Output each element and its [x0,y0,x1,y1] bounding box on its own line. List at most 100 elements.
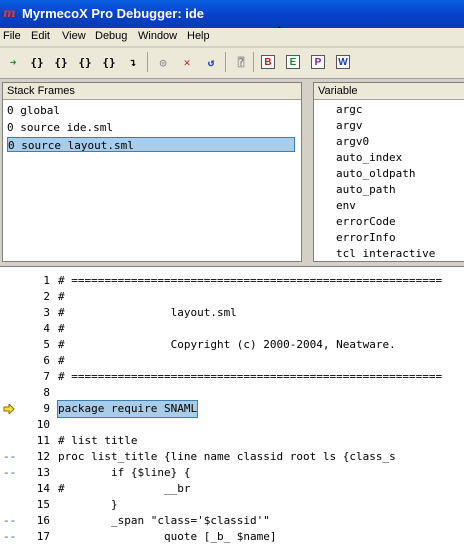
variables-panel: Variable argc argv argv0 auto_index auto_old… [313,82,464,262]
code-text: # ======================================… [58,274,443,287]
code-line[interactable]: -- 13 if {$line} { [0,465,464,481]
code-text: # [58,354,65,367]
code-text: } [58,498,118,511]
line-number: 17 [36,530,50,543]
line-number: 2 [43,290,50,303]
line-number: 5 [43,338,50,351]
title-bar: m MyrmecoX Pro Debugger: ide [0,0,464,28]
line-number: 3 [43,306,50,319]
code-line[interactable]: 8 [0,385,464,401]
stop-icon[interactable]: ✕ [177,52,197,72]
line-number: 10 [36,418,50,431]
stack-frame-row[interactable]: 0 global [7,103,60,118]
code-line[interactable]: 1 # =====================================… [0,273,464,289]
inspect-icon[interactable]: ⍰ [231,52,251,72]
code-line[interactable]: 2 # [0,289,464,305]
toolbar-b-label: B [261,55,275,69]
step-into-icon[interactable]: {} [27,52,47,72]
code-line[interactable]: -- 17 quote [_b_ $name] [0,529,464,544]
menu-window[interactable]: Window [138,30,177,42]
toolbar: ➜{}{}{}{} ↴ ◎ ✕ ↺ ⍰ B E P W [0,48,464,79]
code-text: package require SNAML [56,400,199,418]
code-line[interactable]: 14 # __br [0,481,464,497]
restart-icon[interactable]: ↺ [201,52,221,72]
code-text: # [58,290,65,303]
toolbar-b-button[interactable]: B [258,52,278,72]
code-line[interactable]: -- 12 proc list_title {line name classid r… [0,449,464,465]
stack-frames-header: Stack Frames [3,83,301,100]
variable-row[interactable]: tcl interactive [336,246,435,261]
toolbar-separator [253,52,254,72]
variable-row[interactable]: argv [336,118,363,134]
stack-frames-panel: Stack Frames 0 global 0 source ide.sml 0 s… [2,82,302,262]
variable-row[interactable]: auto_index [336,150,402,166]
variable-row[interactable]: argc [336,102,363,118]
toolbar-w-label: W [336,55,350,69]
step-return-icon[interactable]: ↴ [123,52,143,72]
code-text: proc list_title {line name classid root … [58,450,396,463]
code-editor[interactable]: 1 # =====================================… [0,266,464,544]
toolbar-p-label: P [311,55,325,69]
code-text: _span "class='$classid'" [58,514,270,527]
toolbar-p-button[interactable]: P [308,52,328,72]
menu-help[interactable]: Help [187,30,210,42]
code-line[interactable]: 5 # Copyright (c) 2000-2004, Neatware. [0,337,464,353]
toolbar-separator [147,52,148,72]
app-logo-icon: m [3,6,16,20]
line-number: 13 [36,466,50,479]
stack-frame-row[interactable]: 0 source layout.sml [7,137,295,152]
menu-bar: File Edit View Debug Window Help [0,28,464,46]
line-number: 4 [43,322,50,335]
toolbar-separator [225,52,226,72]
gutter-marker[interactable]: -- [3,529,19,544]
code-text: # layout.sml [58,306,237,319]
step-over-icon[interactable]: {} [51,52,71,72]
variable-row[interactable]: env [336,198,356,214]
variable-row[interactable]: auto_oldpath [336,166,415,182]
line-number: 12 [36,450,50,463]
step-next-icon[interactable]: {} [99,52,119,72]
current-line-arrow-icon[interactable] [3,401,19,417]
menu-view[interactable]: View [62,30,86,42]
line-number: 14 [36,482,50,495]
line-number: 8 [43,386,50,399]
menu-file[interactable]: File [3,30,21,42]
code-line[interactable]: 6 # [0,353,464,369]
code-text: # list title [58,434,138,447]
toolbar-e-button[interactable]: E [283,52,303,72]
step-out-icon[interactable]: {} [75,52,95,72]
code-text: # __br [58,482,191,495]
variables-header: Variable [314,83,464,100]
variable-row[interactable]: errorCode [336,214,396,230]
code-line[interactable]: 9 package require SNAML [0,400,464,418]
code-line[interactable]: 4 # [0,321,464,337]
code-line[interactable]: 10 [0,417,464,433]
code-line[interactable]: 7 # =====================================… [0,369,464,385]
gutter-marker[interactable]: -- [3,465,19,481]
breakpoint-icon[interactable]: ◎ [153,52,173,72]
code-line[interactable]: -- 16 _span "class='$classid'" [0,513,464,529]
gutter-marker[interactable]: -- [3,513,19,529]
code-text: # ======================================… [58,370,443,383]
code-line[interactable]: 11 # list title [0,433,464,449]
run-icon[interactable]: ➜ [3,52,23,72]
line-number: 15 [36,498,50,511]
line-number: 6 [43,354,50,367]
line-number: 16 [36,514,50,527]
menu-debug[interactable]: Debug [95,30,127,42]
variable-row[interactable]: argv0 [336,134,369,150]
code-line[interactable]: 3 # layout.sml [0,305,464,321]
variable-row[interactable]: errorInfo [336,230,396,246]
line-number: 9 [43,402,50,415]
line-number: 11 [36,434,50,447]
code-text: # [58,322,65,335]
line-number: 1 [43,274,50,287]
menu-edit[interactable]: Edit [31,30,50,42]
stack-frame-row[interactable]: 0 source ide.sml [7,120,113,135]
window-title: MyrmecoX Pro Debugger: ide [22,6,205,21]
code-line[interactable]: 15 } [0,497,464,513]
variable-row[interactable]: auto_path [336,182,396,198]
gutter-marker[interactable]: -- [3,449,19,465]
toolbar-w-button[interactable]: W [333,52,353,72]
line-number: 7 [43,370,50,383]
